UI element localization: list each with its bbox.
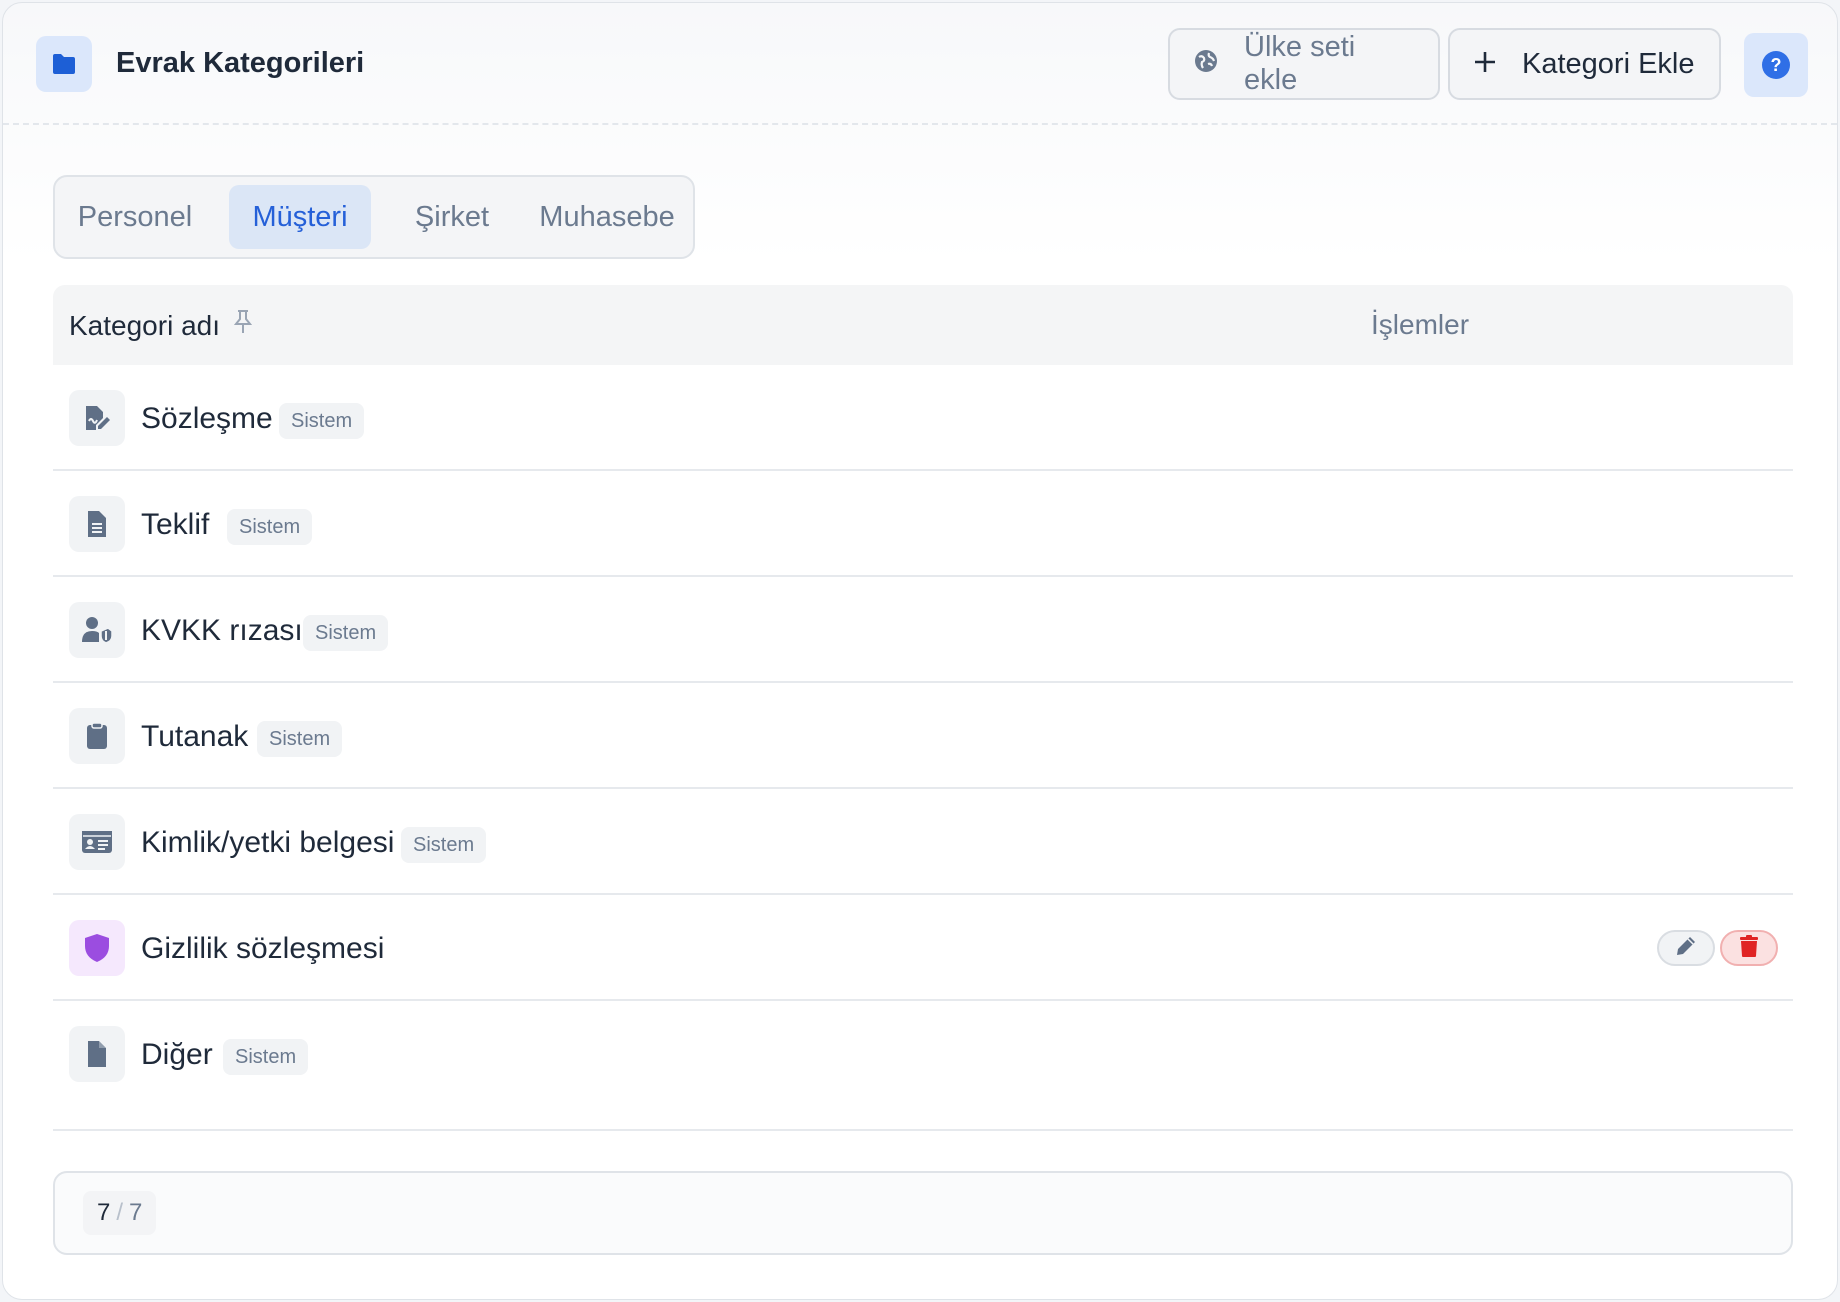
plus-icon (1474, 48, 1496, 81)
category-name: KVKK rızası (141, 614, 303, 647)
folder-icon (36, 36, 92, 92)
delete-button[interactable] (1720, 930, 1778, 966)
table-row[interactable]: Tutanak Sistem (53, 683, 1793, 789)
trash-icon (1738, 934, 1760, 963)
help-button[interactable]: ? (1744, 33, 1808, 97)
file-signature-icon (69, 390, 125, 446)
add-category-button[interactable]: Kategori Ekle (1448, 28, 1721, 100)
pin-icon[interactable] (233, 309, 253, 342)
column-header-name[interactable]: Kategori adı (69, 309, 253, 342)
table-row[interactable]: Teklif Sistem (53, 471, 1793, 577)
system-badge: Sistem (227, 509, 313, 545)
current-count: 7 (97, 1199, 111, 1226)
table-row[interactable]: KVKK rızası Sistem (53, 577, 1793, 683)
table-header: Kategori adı İşlemler (53, 285, 1793, 365)
document-categories-panel: Evrak Kategorileri Ülke seti ekle Katego… (2, 2, 1838, 1300)
system-badge: Sistem (279, 403, 365, 439)
file-text-icon (69, 496, 125, 552)
add-country-set-button[interactable]: Ülke seti ekle (1168, 28, 1440, 100)
user-shield-icon (69, 602, 125, 658)
record-counter: 7 / 7 (83, 1191, 157, 1235)
table-footer: 7 / 7 (53, 1171, 1793, 1255)
edit-button[interactable] (1657, 930, 1715, 966)
column-name-label: Kategori adı (69, 309, 220, 341)
category-name: Diğer (141, 1038, 213, 1071)
table-row[interactable]: Diğer Sistem (53, 1001, 1793, 1131)
count-separator: / (116, 1199, 124, 1226)
panel-header: Evrak Kategorileri Ülke seti ekle Katego… (3, 3, 1837, 125)
category-name: Tutanak (141, 720, 249, 753)
page-title: Evrak Kategorileri (116, 47, 365, 79)
system-badge: Sistem (223, 1039, 309, 1075)
globe-icon (1194, 48, 1218, 81)
category-name: Gizlilik sözleşmesi (141, 932, 385, 965)
column-header-actions: İşlemler (1371, 309, 1470, 340)
tab-sirket[interactable]: Şirket (387, 185, 517, 249)
clipboard-icon (69, 708, 125, 764)
category-name: Teklif (141, 508, 210, 541)
id-card-icon (69, 814, 125, 870)
shield-icon (69, 920, 125, 976)
category-name: Kimlik/yetki belgesi (141, 826, 395, 859)
table-row[interactable]: Kimlik/yetki belgesi Sistem (53, 789, 1793, 895)
tab-personel[interactable]: Personel (63, 185, 207, 249)
pencil-icon (1674, 934, 1698, 963)
category-name: Sözleşme (141, 402, 273, 435)
tab-musteri[interactable]: Müşteri (229, 185, 371, 249)
add-category-label: Kategori Ekle (1522, 47, 1695, 80)
table-row[interactable]: Sözleşme Sistem (53, 365, 1793, 471)
file-icon (69, 1026, 125, 1082)
category-tabs: Personel Müşteri Şirket Muhasebe (53, 175, 695, 259)
table-row[interactable]: Gizlilik sözleşmesi (53, 895, 1793, 1001)
system-badge: Sistem (401, 827, 487, 863)
system-badge: Sistem (257, 721, 343, 757)
add-country-set-label: Ülke seti ekle (1244, 31, 1356, 96)
system-badge: Sistem (303, 615, 389, 651)
help-icon: ? (1762, 51, 1790, 79)
total-count: 7 (129, 1199, 143, 1226)
tab-muhasebe[interactable]: Muhasebe (525, 185, 689, 249)
